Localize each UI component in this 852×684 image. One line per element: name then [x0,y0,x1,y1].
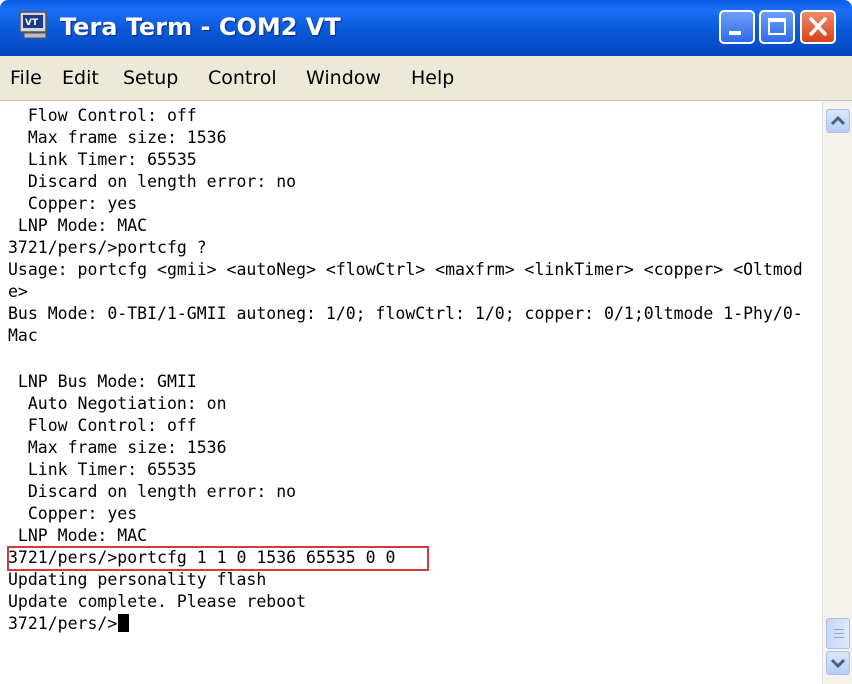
chevron-up-icon [830,115,846,126]
menu-bar: File Edit Setup Control Window Help [0,56,852,101]
terminal-line: LNP Mode: MAC [8,526,148,545]
menu-control[interactable]: Control [208,56,277,100]
vertical-scrollbar[interactable] [822,101,852,684]
terminal-line: Usage: portcfg <gmii> <autoNeg> <flowCtr… [8,260,803,279]
tera-term-window: VT Tera Term - COM2 VT File Edit Setup C… [0,0,852,684]
grip-line [834,633,844,634]
minimize-button[interactable] [719,10,755,44]
window-title: Tera Term - COM2 VT [60,13,341,41]
terminal-line: Flow Control: off [8,416,197,435]
terminal-line: Copper: yes [8,194,138,213]
grip-line [834,637,844,638]
terminal-prompt-line[interactable]: 3721/pers/> [8,613,130,635]
scroll-up-button[interactable] [826,109,850,133]
terminal-line: Updating personality flash [8,570,267,589]
terminal-line: Flow Control: off [8,106,197,125]
terminal-line: e> [8,282,28,301]
title-bar[interactable]: VT Tera Term - COM2 VT [0,0,852,56]
terminal-line: 3721/pers/>portcfg ? [8,238,207,257]
menu-help[interactable]: Help [411,56,454,100]
terminal-screen[interactable]: Flow Control: off Max frame size: 1536 L… [0,101,822,684]
grip-line [834,629,844,630]
terminal-line: Link Timer: 65535 [8,150,197,169]
minimize-icon [729,31,741,35]
close-icon [809,17,827,36]
terminal-line: Discard on length error: no [8,172,297,191]
terminal-line: Copper: yes [8,504,138,523]
command-highlight-box [7,546,429,571]
scroll-thumb[interactable] [826,618,850,649]
terminal-line: Link Timer: 65535 [8,460,197,479]
terminal-line: Bus Mode: 0-TBI/1-GMII autoneg: 1/0; flo… [8,304,803,323]
menu-setup[interactable]: Setup [123,56,178,100]
terminal-line: LNP Mode: MAC [8,216,148,235]
terminal-line: Mac [8,326,38,345]
terminal-line: Max frame size: 1536 [8,438,227,457]
scroll-down-button[interactable] [826,651,850,675]
terminal-line: LNP Bus Mode: GMII [8,372,197,391]
menu-edit[interactable]: Edit [62,56,99,100]
svg-text:VT: VT [25,18,39,28]
close-button[interactable] [800,10,836,44]
maximize-icon [768,18,786,35]
terminal-line: Discard on length error: no [8,482,297,501]
text-cursor [118,614,130,632]
teraterm-vt-icon: VT [19,11,47,39]
menu-window[interactable]: Window [306,56,381,100]
chevron-down-icon [830,658,846,669]
terminal-line: Max frame size: 1536 [8,128,227,147]
terminal-line: Auto Negotiation: on [8,394,227,413]
terminal-line: Update complete. Please reboot [8,592,307,611]
maximize-button[interactable] [759,10,795,44]
menu-file[interactable]: File [10,56,42,100]
prompt-text: 3721/pers/> [8,614,118,633]
